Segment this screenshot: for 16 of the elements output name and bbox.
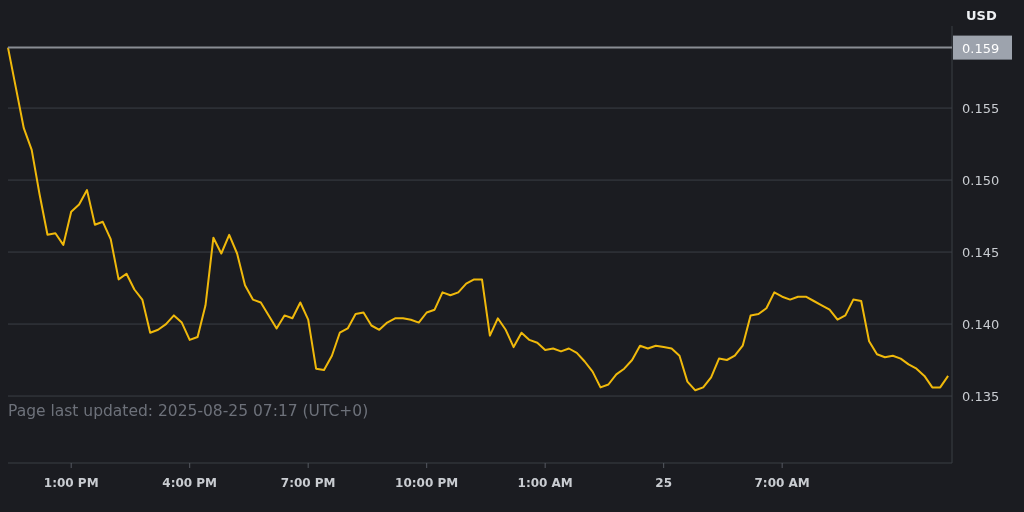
y-axis-label: 0.145 xyxy=(962,245,1000,261)
y-axis-label: 0.140 xyxy=(962,317,1000,333)
x-axis-label: 1:00 AM xyxy=(517,476,573,490)
y-axis-label: 0.150 xyxy=(962,173,1000,189)
y-axis-label: 0.135 xyxy=(962,389,1000,405)
current-price-badge: 0.159 xyxy=(953,35,1012,60)
last-updated-text: Page last updated: 2025-08-25 07:17 (UTC+0) xyxy=(8,402,369,420)
y-axis-label: 0.155 xyxy=(962,101,1000,117)
x-axis-label: 25 xyxy=(655,476,672,490)
x-axis-label: 4:00 PM xyxy=(162,476,218,490)
axis-unit-label: USD xyxy=(966,8,997,23)
x-axis-label: 1:00 PM xyxy=(43,476,99,490)
ref-line-label: 0.159 xyxy=(962,40,1000,56)
x-axis-label: 10:00 PM xyxy=(395,476,459,490)
x-axis-label: 7:00 AM xyxy=(754,476,810,490)
x-axis-label: 7:00 PM xyxy=(280,476,336,490)
